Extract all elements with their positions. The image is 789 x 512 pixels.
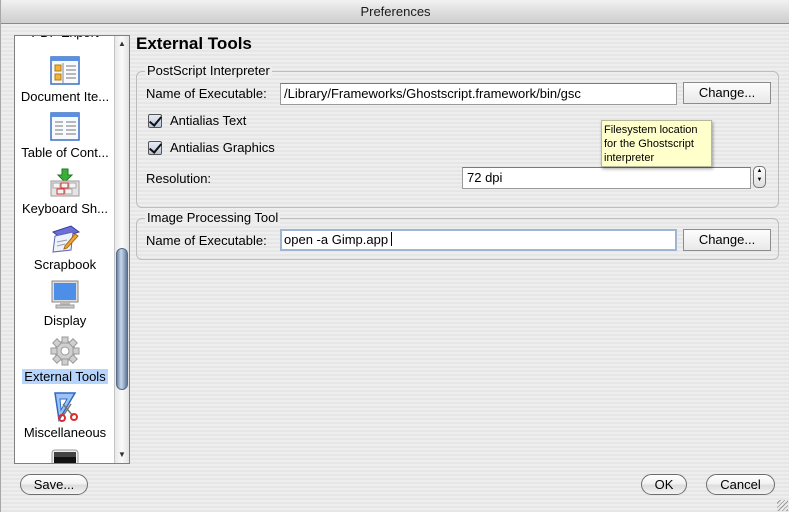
display-icon bbox=[49, 280, 81, 310]
cancel-button[interactable]: Cancel bbox=[706, 474, 775, 495]
input-value: open -a Gimp.app bbox=[284, 232, 389, 247]
tooltip: Filesystem location for the Ghostscript … bbox=[601, 120, 712, 167]
terminal-icon bbox=[49, 448, 81, 463]
ok-button[interactable]: OK bbox=[641, 474, 687, 495]
postscript-executable-input[interactable]: /Library/Frameworks/Ghostscript.framewor… bbox=[280, 83, 677, 105]
checkbox-label: Antialias Graphics bbox=[170, 140, 275, 155]
save-button[interactable]: Save... bbox=[20, 474, 88, 495]
table-of-contents-icon bbox=[49, 112, 81, 142]
miscellaneous-icon bbox=[49, 392, 81, 423]
keyboard-shortcuts-icon bbox=[49, 168, 81, 198]
stepper-down-icon[interactable]: ▼ bbox=[754, 176, 765, 185]
sidebar-item-table-of-contents[interactable]: Table of Cont... bbox=[15, 108, 115, 164]
resolution-stepper[interactable]: ▲ ▼ bbox=[753, 166, 766, 188]
sidebar-scrollbar[interactable]: ▲ ▼ bbox=[114, 36, 129, 463]
group-title: Image Processing Tool bbox=[145, 210, 281, 225]
sidebar-item-pdf-export[interactable]: PDF Export bbox=[15, 36, 115, 52]
window-title: Preferences bbox=[360, 4, 431, 19]
document-items-icon bbox=[49, 56, 81, 86]
sidebar-item-label: Table of Cont... bbox=[21, 145, 109, 160]
resolution-label: Resolution: bbox=[146, 171, 212, 186]
checkbox-checked-icon[interactable] bbox=[148, 114, 162, 128]
sidebar-item-label: Keyboard Sh... bbox=[22, 201, 108, 216]
title-bar[interactable]: Preferences bbox=[1, 0, 789, 24]
scroll-down-arrow-icon[interactable]: ▼ bbox=[115, 448, 129, 462]
sidebar-item-label: Display bbox=[43, 313, 87, 328]
sidebar-item-label: PDF Export bbox=[29, 36, 100, 40]
image-executable-input[interactable]: open -a Gimp.app bbox=[280, 229, 677, 251]
scroll-up-arrow-icon[interactable]: ▲ bbox=[115, 37, 129, 51]
gear-icon bbox=[49, 336, 81, 366]
scrollbar-thumb[interactable] bbox=[116, 248, 128, 390]
resize-grip-icon[interactable] bbox=[777, 500, 788, 511]
image-change-button[interactable]: Change... bbox=[683, 229, 771, 251]
stepper-up-icon[interactable]: ▲ bbox=[754, 167, 765, 176]
sidebar-item-external-tools[interactable]: External Tools bbox=[15, 332, 115, 388]
tooltip-line: for the Ghostscript bbox=[604, 138, 694, 150]
executable-label: Name of Executable: bbox=[146, 86, 267, 101]
checkbox-label: Antialias Text bbox=[170, 113, 247, 128]
antialias-text-checkbox[interactable]: Antialias Text bbox=[148, 113, 268, 130]
checkbox-checked-icon[interactable] bbox=[148, 141, 162, 155]
tooltip-line: Filesystem location bbox=[604, 124, 698, 136]
tooltip-line: interpreter bbox=[604, 152, 655, 164]
resolution-input[interactable]: 72 dpi bbox=[462, 167, 751, 189]
sidebar-item-terminal[interactable] bbox=[15, 444, 115, 463]
page-title: External Tools bbox=[136, 34, 252, 53]
sidebar-item-label: Scrapbook bbox=[33, 257, 97, 272]
postscript-change-button[interactable]: Change... bbox=[683, 82, 771, 104]
sidebar-item-keyboard-shortcuts[interactable]: Keyboard Sh... bbox=[15, 164, 115, 220]
sidebar-item-scrapbook[interactable]: Scrapbook bbox=[15, 220, 115, 276]
sidebar-item-label: External Tools bbox=[22, 369, 108, 384]
sidebar-item-miscellaneous[interactable]: Miscellaneous bbox=[15, 388, 115, 444]
preferences-window: Preferences PDF Export bbox=[0, 0, 789, 512]
executable-label: Name of Executable: bbox=[146, 233, 267, 248]
sidebar-item-document-items[interactable]: Document Ite... bbox=[15, 52, 115, 108]
antialias-graphics-checkbox[interactable]: Antialias Graphics bbox=[148, 140, 288, 157]
sidebar-item-display[interactable]: Display bbox=[15, 276, 115, 332]
sidebar-item-label: Document Ite... bbox=[20, 89, 110, 104]
sidebar-list: PDF Export Document bbox=[15, 36, 115, 463]
group-title: PostScript Interpreter bbox=[145, 63, 272, 78]
scrapbook-icon bbox=[49, 224, 81, 254]
sidebar-item-label: Miscellaneous bbox=[23, 425, 107, 440]
preferences-sidebar: PDF Export Document bbox=[14, 35, 130, 464]
text-caret bbox=[391, 232, 393, 246]
